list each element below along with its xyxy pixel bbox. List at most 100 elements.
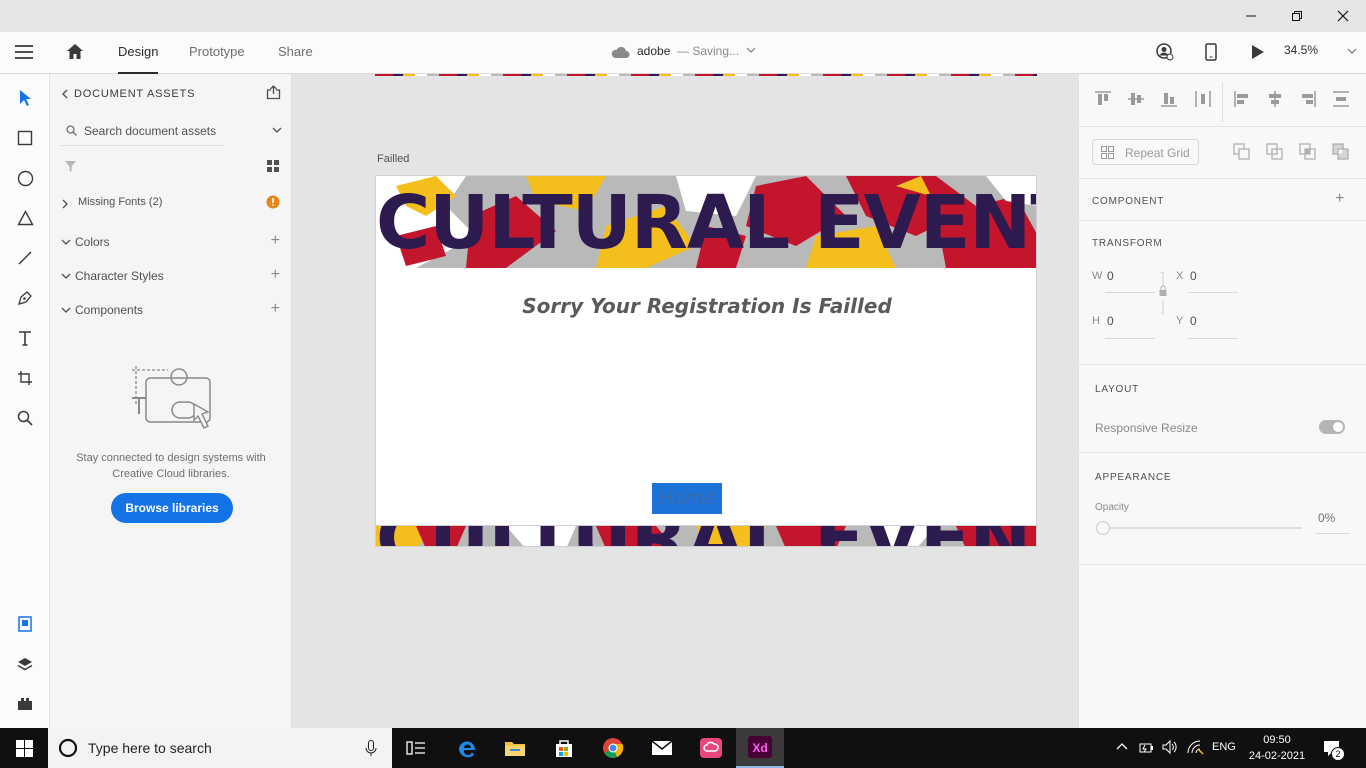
- taskbar-search-box[interactable]: Type here to search: [48, 728, 392, 768]
- chevron-down-icon[interactable]: [746, 47, 756, 54]
- microphone-icon[interactable]: [365, 740, 377, 757]
- adobe-xd-taskbar-icon[interactable]: Xd: [736, 728, 784, 768]
- chevron-right-icon: [62, 199, 68, 209]
- align-right-icon[interactable]: [1300, 91, 1316, 107]
- pen-tool-icon[interactable]: [13, 286, 37, 310]
- back-chevron-icon[interactable]: [61, 89, 69, 99]
- ellipse-tool-icon[interactable]: [13, 166, 37, 190]
- canvas[interactable]: Failled CULTURAL EVENT Sorry Your Regist…: [292, 74, 1078, 728]
- plugins-panel-icon[interactable]: [13, 692, 37, 716]
- align-center-icon[interactable]: [1267, 91, 1283, 107]
- rectangle-tool-icon[interactable]: [13, 126, 37, 150]
- add-component-plus-icon[interactable]: +: [1335, 190, 1344, 208]
- height-label: H: [1092, 315, 1100, 327]
- zoom-tool-icon[interactable]: [13, 406, 37, 430]
- lock-aspect-icon[interactable]: [1158, 272, 1168, 314]
- notification-center-icon[interactable]: 2: [1322, 739, 1345, 761]
- select-tool-icon[interactable]: [13, 86, 37, 110]
- properties-panel: Repeat Grid COMPONENT + TRANSFORM W 0 H …: [1078, 74, 1366, 728]
- repeat-grid-button[interactable]: Repeat Grid: [1092, 139, 1199, 165]
- search-assets-field[interactable]: Search document assets: [60, 120, 224, 146]
- align-top-icon[interactable]: [1095, 91, 1111, 107]
- edge-browser-icon[interactable]: [443, 728, 491, 768]
- width-field[interactable]: 0: [1107, 269, 1114, 283]
- taskbar-clock[interactable]: 09:50 24-02-2021: [1248, 732, 1306, 764]
- artboard-failled[interactable]: CULTURAL EVENT Sorry Your Registration I…: [375, 175, 1037, 547]
- zoom-level[interactable]: 34.5%: [1284, 43, 1318, 57]
- distribute-horizontal-icon[interactable]: [1333, 91, 1349, 107]
- creative-cloud-icon[interactable]: [687, 728, 735, 768]
- opacity-value[interactable]: 0%: [1318, 511, 1335, 525]
- play-preview-icon[interactable]: [1251, 44, 1265, 60]
- line-tool-icon[interactable]: [13, 246, 37, 270]
- artboard-tool-icon[interactable]: [13, 366, 37, 390]
- x-field[interactable]: 0: [1190, 269, 1197, 283]
- character-styles-section[interactable]: Character Styles +: [50, 266, 292, 286]
- add-color-icon[interactable]: +: [271, 232, 280, 250]
- file-explorer-icon[interactable]: [491, 728, 539, 768]
- warning-icon: [266, 195, 280, 209]
- wifi-network-icon[interactable]: [1186, 739, 1204, 755]
- restore-icon[interactable]: [1274, 0, 1320, 32]
- opacity-slider-handle[interactable]: [1096, 521, 1110, 535]
- chrome-browser-icon[interactable]: [589, 728, 637, 768]
- close-icon[interactable]: [1320, 0, 1366, 32]
- align-bottom-icon[interactable]: [1161, 91, 1177, 107]
- distribute-vertical-icon[interactable]: [1195, 91, 1211, 107]
- app-bar: Design Prototype Share adobe — Saving...…: [0, 32, 1366, 74]
- opacity-slider-track[interactable]: [1102, 527, 1302, 529]
- show-hidden-icons-chevron-icon[interactable]: [1116, 742, 1128, 750]
- boolean-subtract-icon[interactable]: [1266, 143, 1283, 160]
- tab-design[interactable]: Design: [118, 32, 159, 74]
- polygon-tool-icon[interactable]: [13, 206, 37, 230]
- add-component-icon[interactable]: +: [271, 300, 280, 318]
- colors-section[interactable]: Colors +: [50, 232, 292, 252]
- language-indicator[interactable]: ENG: [1212, 741, 1236, 753]
- text-tool-icon[interactable]: [13, 326, 37, 350]
- home-button[interactable]: Home: [652, 483, 722, 514]
- empty-state-line-1: Stay connected to design systems with: [76, 452, 266, 464]
- boolean-exclude-icon[interactable]: [1332, 143, 1349, 160]
- hamburger-menu-icon[interactable]: [15, 45, 33, 59]
- boolean-intersect-icon[interactable]: [1299, 143, 1316, 160]
- filter-icon[interactable]: [64, 160, 77, 173]
- browse-libraries-button[interactable]: Browse libraries: [111, 493, 233, 523]
- home-icon[interactable]: [66, 43, 84, 60]
- tools-toolbar: [0, 74, 50, 728]
- align-middle-icon[interactable]: [1128, 91, 1144, 107]
- components-section[interactable]: Components +: [50, 300, 292, 320]
- assets-panel-icon[interactable]: [13, 612, 37, 636]
- x-label: X: [1176, 270, 1184, 282]
- tab-prototype[interactable]: Prototype: [189, 32, 245, 74]
- grid-view-icon[interactable]: [267, 160, 279, 172]
- repeat-grid-icon: [1101, 146, 1114, 159]
- mobile-preview-icon[interactable]: [1205, 43, 1217, 61]
- boolean-add-icon[interactable]: [1233, 143, 1250, 160]
- missing-fonts-row[interactable]: Missing Fonts (2): [50, 194, 292, 214]
- responsive-resize-toggle[interactable]: [1319, 420, 1345, 434]
- search-filter-chevron-icon[interactable]: [272, 127, 282, 134]
- mail-icon[interactable]: [638, 728, 686, 768]
- y-underline: [1188, 338, 1238, 339]
- microsoft-store-icon[interactable]: [540, 728, 588, 768]
- task-view-icon[interactable]: [392, 728, 440, 768]
- minimize-icon[interactable]: [1228, 0, 1274, 32]
- height-underline: [1105, 338, 1155, 339]
- volume-icon[interactable]: [1162, 739, 1178, 755]
- battery-power-icon[interactable]: [1139, 740, 1155, 756]
- design-systems-illustration-icon: [128, 364, 216, 432]
- height-field[interactable]: 0: [1107, 314, 1114, 328]
- tab-share[interactable]: Share: [278, 32, 313, 74]
- y-field[interactable]: 0: [1190, 314, 1197, 328]
- export-share-icon[interactable]: [266, 85, 281, 100]
- layers-panel-icon[interactable]: [13, 652, 37, 676]
- align-left-icon[interactable]: [1234, 91, 1250, 107]
- add-character-style-icon[interactable]: +: [271, 266, 280, 284]
- opacity-underline: [1316, 533, 1350, 534]
- artboard-label[interactable]: Failled: [377, 153, 409, 165]
- windows-start-icon[interactable]: [0, 728, 48, 768]
- cloud-sync-icon: [610, 45, 630, 59]
- zoom-chevron-icon[interactable]: [1347, 48, 1357, 55]
- document-title[interactable]: adobe: [637, 44, 670, 58]
- user-profile-icon[interactable]: [1156, 43, 1174, 61]
